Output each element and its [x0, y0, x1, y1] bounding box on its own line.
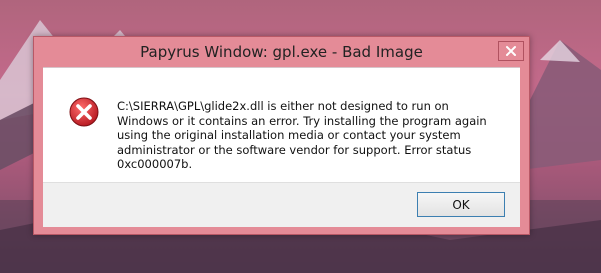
- error-dialog: Papyrus Window: gpl.exe - Bad Image C:\S…: [33, 36, 530, 235]
- message-area: C:\SIERRA\GPL\glide2x.dll is either not …: [43, 67, 520, 182]
- window-title: Papyrus Window: gpl.exe - Bad Image: [140, 43, 423, 61]
- title-bar[interactable]: Papyrus Window: gpl.exe - Bad Image: [34, 37, 529, 67]
- ok-button[interactable]: OK: [417, 192, 505, 217]
- close-button[interactable]: [498, 41, 524, 61]
- button-bar: OK: [43, 182, 520, 227]
- close-icon: [506, 46, 516, 56]
- error-icon: [69, 97, 99, 127]
- error-message: C:\SIERRA\GPL\glide2x.dll is either not …: [117, 99, 487, 172]
